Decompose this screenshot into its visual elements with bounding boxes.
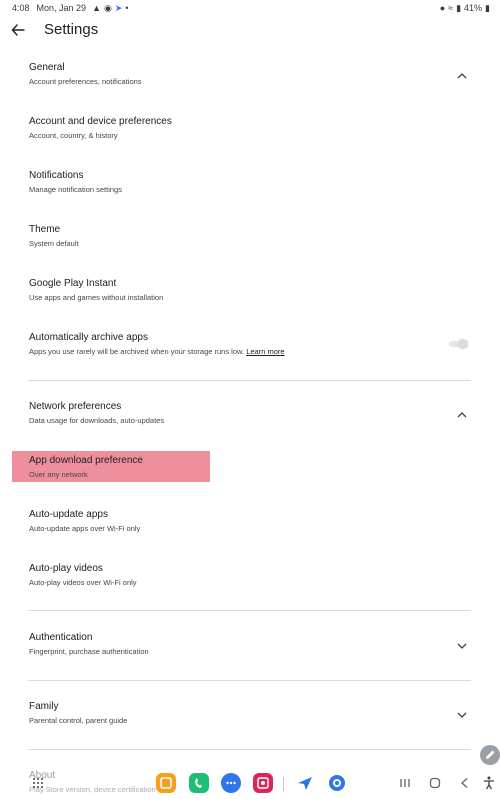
authentication-title: Authentication (29, 632, 93, 643)
messages-glyph-icon (226, 781, 236, 785)
app-download-title: App download preference (29, 455, 143, 466)
general-section-header[interactable]: General Account preferences, notificatio… (0, 62, 500, 92)
settings-screen: 4:08 Mon, Jan 29 ▲ ◉ ➤ • ● ≈ ▮ 41% ▮ Set… (0, 0, 500, 799)
archive-title: Automatically archive apps (29, 332, 148, 343)
account-title: Account and device preferences (29, 116, 172, 127)
theme-subtitle: System default (29, 239, 79, 248)
network-section-header[interactable]: Network preferences Data usage for downl… (0, 401, 500, 431)
account-subtitle: Account, country, & history (29, 131, 118, 140)
taskbar (0, 769, 500, 799)
family-subtitle: Parental control, parent guide (29, 716, 128, 725)
send-glyph-icon (298, 777, 312, 790)
status-time: 4:08 (12, 3, 30, 13)
dock-separator (283, 777, 284, 791)
record-glyph-icon (257, 777, 269, 789)
archive-subtitle: Apps you use rarely will be archived whe… (29, 347, 285, 356)
phone-app-icon[interactable] (189, 773, 209, 793)
account-preferences-item[interactable]: Account and device preferences Account, … (0, 116, 500, 146)
divider (28, 380, 471, 381)
auto-play-item[interactable]: Auto-play videos Auto-play videos over W… (0, 563, 500, 593)
authentication-subtitle: Fingerprint, purchase authentication (29, 647, 149, 656)
auto-update-item[interactable]: Auto-update apps Auto-update apps over W… (0, 509, 500, 539)
wifi-icon: ≈ (448, 2, 454, 13)
learn-more-link[interactable]: Learn more (246, 347, 284, 356)
notifications-subtitle: Manage notification settings (29, 185, 122, 194)
location-icon: ● (439, 2, 446, 13)
authentication-section-header[interactable]: Authentication Fingerprint, purchase aut… (0, 632, 500, 662)
network-title: Network preferences (29, 401, 122, 412)
play-instant-item[interactable]: Google Play Instant Use apps and games w… (0, 278, 500, 308)
general-title: General (29, 62, 65, 73)
edit-pencil-button[interactable] (480, 745, 500, 765)
send-icon: ➤ (114, 2, 123, 13)
back-arrow-icon[interactable] (10, 22, 26, 38)
messages-app-icon[interactable] (221, 773, 241, 793)
app-drawer-icon[interactable] (32, 777, 44, 789)
status-date: Mon, Jan 29 (36, 3, 87, 13)
navigation-icon: ◉ (103, 2, 112, 13)
accessibility-icon[interactable] (481, 775, 497, 791)
toggle-thumb (458, 339, 468, 349)
play-store-app-icon[interactable] (295, 773, 315, 793)
general-subtitle: Account preferences, notifications (29, 77, 142, 86)
auto-play-title: Auto-play videos (29, 563, 103, 574)
auto-update-subtitle: Auto-update apps over Wi-Fi only (29, 524, 141, 533)
dot-icon: • (125, 2, 129, 13)
chevron-up-icon[interactable] (455, 408, 469, 422)
a-icon: ▲ (92, 2, 101, 13)
battery-icon: ▮ (485, 2, 490, 13)
notes-app-icon[interactable] (156, 773, 176, 793)
play-instant-subtitle: Use apps and games without installation (29, 293, 164, 302)
browser-glyph-icon (329, 775, 345, 791)
play-instant-title: Google Play Instant (29, 278, 117, 289)
chevron-up-icon[interactable] (455, 69, 469, 83)
app-download-subtitle: Over any network (29, 470, 88, 479)
browser-app-icon[interactable] (327, 773, 347, 793)
app-bar: Settings (0, 18, 500, 46)
status-bar: 4:08 Mon, Jan 29 ▲ ◉ ➤ • ● ≈ ▮ 41% ▮ (0, 0, 500, 16)
theme-title: Theme (29, 224, 61, 235)
page-title: Settings (44, 21, 99, 38)
auto-play-subtitle: Auto-play videos over Wi-Fi only (29, 578, 137, 587)
network-subtitle: Data usage for downloads, auto-updates (29, 416, 165, 425)
divider (28, 680, 471, 681)
recent-apps-icon[interactable] (397, 775, 413, 791)
chevron-down-icon[interactable] (455, 639, 469, 653)
archive-apps-item[interactable]: Automatically archive apps Apps you use … (0, 332, 500, 362)
pencil-icon (486, 750, 495, 759)
status-left: 4:08 Mon, Jan 29 ▲ ◉ ➤ • (12, 3, 129, 13)
chevron-down-icon[interactable] (455, 708, 469, 722)
phone-glyph-icon (195, 778, 202, 788)
auto-update-title: Auto-update apps (29, 509, 108, 520)
signal-icon: ▮ (456, 2, 462, 13)
status-right: ● ≈ ▮ 41% ▮ (440, 3, 490, 13)
family-title: Family (29, 701, 59, 712)
notifications-title: Notifications (29, 170, 84, 181)
divider (28, 749, 471, 750)
battery-percent: 41% (464, 3, 483, 13)
nav-back-icon[interactable] (457, 775, 473, 791)
divider (28, 610, 471, 611)
notes-glyph-icon (160, 777, 172, 789)
family-section-header[interactable]: Family Parental control, parent guide (0, 701, 500, 731)
archive-description: Apps you use rarely will be archived whe… (29, 347, 245, 356)
home-icon[interactable] (427, 775, 443, 791)
theme-item[interactable]: Theme System default (0, 224, 500, 254)
notifications-item[interactable]: Notifications Manage notification settin… (0, 170, 500, 200)
app-download-preference-item[interactable]: App download preference Over any network (0, 455, 500, 485)
archive-apps-toggle[interactable] (449, 339, 468, 349)
screen-recorder-app-icon[interactable] (253, 773, 273, 793)
